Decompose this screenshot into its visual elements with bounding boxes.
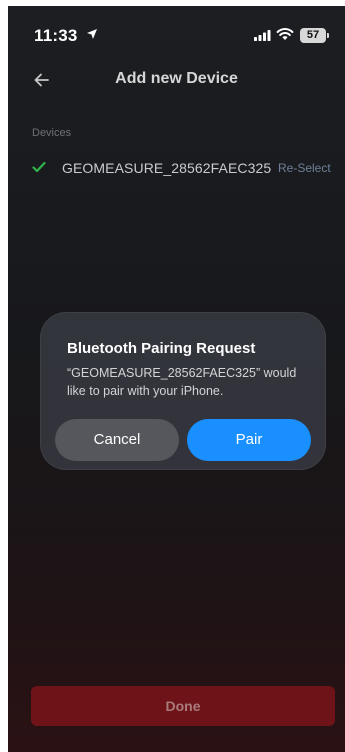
reselect-link[interactable]: Re-Select — [278, 161, 331, 175]
device-list-item: GEOMEASURE_28562FAEC325 Re-Select — [32, 156, 345, 180]
status-bar: 11:33 57 — [8, 6, 345, 56]
battery-icon: 57 — [300, 28, 329, 43]
done-button[interactable]: Done — [31, 686, 335, 726]
page-title: Add new Device — [115, 70, 238, 87]
location-arrow-icon — [87, 29, 97, 39]
checkmark-icon — [32, 161, 46, 173]
alert-message: “GEOMEASURE_28562FAEC325” would like to … — [67, 366, 297, 398]
bluetooth-pairing-alert: Bluetooth Pairing Request “GEOMEASURE_28… — [40, 312, 326, 470]
cellular-signal-icon — [254, 30, 271, 41]
app-screen: 11:33 57 Add new Device Devices GEOMEASU… — [8, 6, 345, 752]
pair-button[interactable]: Pair — [187, 419, 311, 461]
status-time: 11:33 — [34, 26, 78, 45]
cancel-button[interactable]: Cancel — [55, 419, 179, 461]
wifi-icon — [276, 28, 294, 40]
devices-section-label: Devices — [32, 127, 72, 139]
alert-title: Bluetooth Pairing Request — [67, 340, 256, 357]
device-name: GEOMEASURE_28562FAEC325 — [62, 160, 272, 176]
